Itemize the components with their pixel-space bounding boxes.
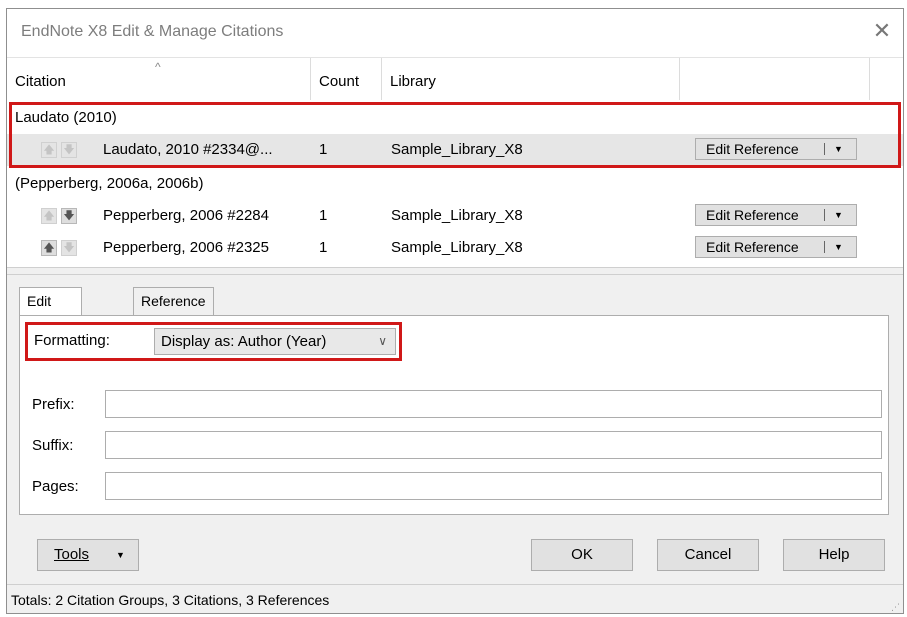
move-down-icon[interactable]: 🡇: [61, 208, 77, 224]
pane-splitter[interactable]: [7, 267, 903, 275]
column-header-citation[interactable]: ^ Citation: [7, 58, 311, 100]
close-icon[interactable]: ✕: [869, 18, 895, 44]
count-cell: 1: [319, 239, 328, 256]
resize-grip-icon[interactable]: ⋰: [891, 602, 901, 612]
column-header-action: [680, 58, 870, 100]
move-down-icon[interactable]: 🡇: [61, 240, 77, 256]
citation-cell: Pepperberg, 2006 #2325: [103, 239, 269, 256]
suffix-field[interactable]: [105, 431, 882, 459]
cancel-button[interactable]: Cancel: [657, 539, 759, 571]
citation-group-laudato[interactable]: Laudato (2010): [7, 102, 907, 134]
dropdown-arrow-icon[interactable]: ▼: [834, 205, 843, 225]
move-up-icon[interactable]: 🡅: [41, 142, 57, 158]
formatting-select[interactable]: Display as: Author (Year) ∨: [154, 328, 396, 355]
move-up-icon[interactable]: 🡅: [41, 240, 57, 256]
count-cell: 1: [319, 207, 328, 224]
count-cell: 1: [319, 141, 328, 158]
table-row[interactable]: 🡅 🡇 Pepperberg, 2006 #2325 1 Sample_Libr…: [7, 232, 903, 264]
manage-citations-window: EndNote X8 Edit & Manage Citations ✕ ^ C…: [6, 8, 904, 614]
citation-cell: Laudato, 2010 #2334@...: [103, 141, 273, 158]
tools-button[interactable]: Tools ▼: [37, 539, 139, 571]
move-down-icon[interactable]: 🡇: [61, 142, 77, 158]
suffix-label: Suffix:: [32, 437, 74, 454]
citation-cell: Pepperberg, 2006 #2284: [103, 207, 269, 224]
sort-ascending-icon: ^: [155, 60, 161, 74]
tab-reference[interactable]: Reference: [133, 287, 214, 315]
move-up-icon[interactable]: 🡅: [41, 208, 57, 224]
column-header-count[interactable]: Count: [311, 58, 382, 100]
status-bar: Totals: 2 Citation Groups, 3 Citations, …: [7, 584, 903, 614]
library-cell: Sample_Library_X8: [391, 239, 523, 256]
split-separator: [824, 241, 825, 253]
edit-reference-button[interactable]: Edit Reference ▼: [695, 236, 857, 258]
tab-edit-citation[interactable]: Edit Citation: [19, 287, 83, 335]
title-bar: EndNote X8 Edit & Manage Citations ✕: [7, 9, 903, 57]
citations-grid: ^ Citation Count Library Laudato (2010) …: [7, 57, 903, 268]
edit-reference-button[interactable]: Edit Reference ▼: [695, 138, 857, 160]
split-separator: [824, 143, 825, 155]
citation-group-pepperberg[interactable]: (Pepperberg, 2006a, 2006b): [7, 168, 907, 200]
library-cell: Sample_Library_X8: [391, 141, 523, 158]
prefix-field[interactable]: [105, 390, 882, 418]
edit-reference-button[interactable]: Edit Reference ▼: [695, 204, 857, 226]
split-separator: [824, 209, 825, 221]
pages-field[interactable]: [105, 472, 882, 500]
grid-header: ^ Citation Count Library: [7, 58, 903, 100]
totals-text: Totals: 2 Citation Groups, 3 Citations, …: [11, 592, 330, 608]
chevron-down-icon: ∨: [378, 334, 387, 348]
table-row[interactable]: 🡅 🡇 Pepperberg, 2006 #2284 1 Sample_Libr…: [7, 200, 903, 232]
window-title: EndNote X8 Edit & Manage Citations: [21, 23, 284, 40]
dropdown-arrow-icon: ▼: [116, 550, 125, 560]
library-cell: Sample_Library_X8: [391, 207, 523, 224]
table-row[interactable]: 🡅 🡇 Laudato, 2010 #2334@... 1 Sample_Lib…: [7, 134, 903, 166]
ok-button[interactable]: OK: [531, 539, 633, 571]
prefix-label: Prefix:: [32, 396, 75, 413]
dropdown-arrow-icon[interactable]: ▼: [834, 237, 843, 257]
pages-label: Pages:: [32, 478, 79, 495]
help-button[interactable]: Help: [783, 539, 885, 571]
formatting-label: Formatting:: [34, 332, 110, 349]
dropdown-arrow-icon[interactable]: ▼: [834, 139, 843, 159]
edit-citation-panel: Formatting: Display as: Author (Year) ∨ …: [19, 315, 889, 515]
column-header-library[interactable]: Library: [382, 58, 680, 100]
